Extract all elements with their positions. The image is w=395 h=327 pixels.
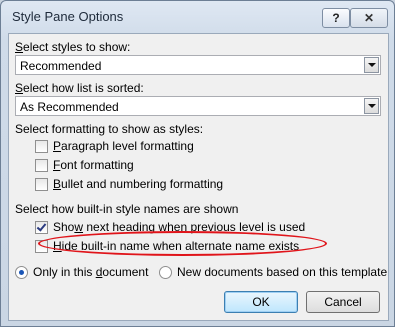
checkbox-checked-icon[interactable] — [35, 220, 48, 234]
red-highlight-ellipse — [38, 231, 327, 256]
font-formatting-checkbox[interactable]: Font formatting — [35, 158, 134, 172]
help-icon: ? — [332, 11, 340, 25]
radio-selected-icon[interactable] — [15, 265, 28, 279]
dropdown-arrow-icon[interactable] — [364, 57, 379, 73]
list-sort-value: As Recommended — [20, 100, 119, 114]
styles-to-show-value: Recommended — [20, 59, 102, 73]
ok-button[interactable]: OK — [224, 291, 298, 313]
dropdown-arrow-icon[interactable] — [364, 98, 379, 114]
radio-icon[interactable] — [159, 265, 172, 279]
checkbox-icon[interactable] — [35, 177, 48, 191]
styles-to-show-label: Select styles to show: — [15, 40, 131, 54]
close-button[interactable]: ✕ — [350, 8, 388, 28]
dialog-window: Style Pane Options ? ✕ Select styles to … — [0, 0, 395, 327]
only-this-document-radio[interactable]: Only in this document — [15, 265, 148, 279]
window-title: Style Pane Options — [12, 9, 124, 24]
new-documents-radio[interactable]: New documents based on this template — [159, 265, 387, 279]
checkbox-icon[interactable] — [35, 139, 48, 153]
bullet-formatting-checkbox[interactable]: Bullet and numbering formatting — [35, 177, 223, 191]
styles-to-show-select[interactable]: Recommended — [15, 55, 381, 75]
checkbox-icon[interactable] — [35, 158, 48, 172]
cancel-button[interactable]: Cancel — [306, 291, 380, 313]
close-icon: ✕ — [363, 11, 375, 25]
help-button[interactable]: ? — [322, 8, 350, 28]
paragraph-formatting-checkbox[interactable]: Paragraph level formatting — [35, 139, 194, 153]
formatting-label: Select formatting to show as styles: — [15, 122, 204, 136]
list-sort-label: Select how list is sorted: — [15, 81, 144, 95]
title-bar[interactable]: Style Pane Options ? ✕ — [1, 1, 394, 33]
list-sort-select[interactable]: As Recommended — [15, 96, 381, 116]
dialog-body: Select styles to show: Recommended Selec… — [8, 33, 389, 321]
builtin-names-label: Select how built-in style names are show… — [15, 202, 239, 216]
